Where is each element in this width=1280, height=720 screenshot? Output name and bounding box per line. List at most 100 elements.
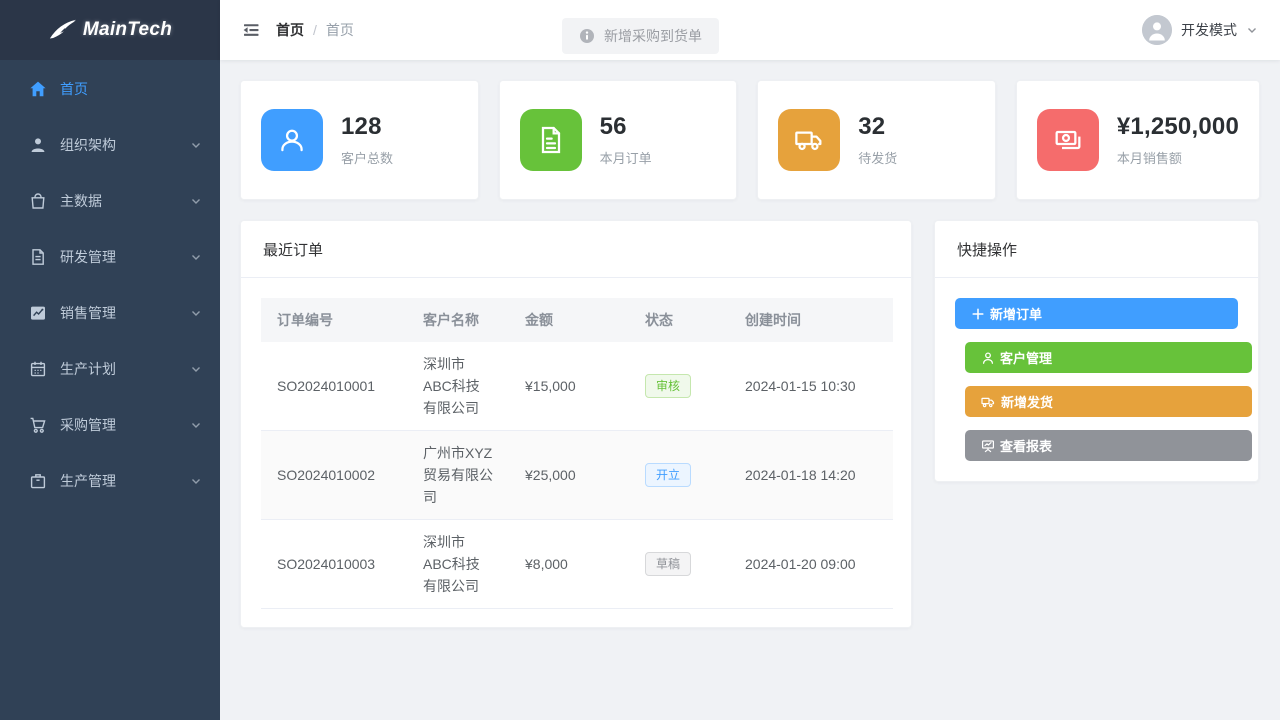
order-id-cell: SO2024010002 — [261, 431, 407, 520]
table-row: SO2024010003 深圳市ABC科技有限公司 ¥8,000 草稿 2024… — [261, 520, 893, 609]
stat-texts: 32 待发货 — [858, 113, 897, 167]
sidebar-item-label: 组织架构 — [60, 135, 177, 155]
truck-icon — [778, 109, 840, 171]
add-purchase-receipt-label: 新增采购到货单 — [604, 26, 702, 46]
breadcrumb-separator: / — [313, 22, 317, 38]
table-row: SO2024010001 深圳市ABC科技有限公司 ¥15,000 审核 202… — [261, 342, 893, 431]
sidebar-collapse-icon[interactable] — [234, 10, 268, 50]
sidebar-item-sales[interactable]: 销售管理 — [0, 285, 220, 341]
user-icon — [29, 136, 47, 154]
home-icon — [29, 80, 47, 98]
sidebar-item-purchasing[interactable]: 采购管理 — [0, 397, 220, 453]
chevron-down-icon — [190, 363, 202, 375]
status-badge: 审核 — [645, 374, 691, 398]
stat-value: 56 — [600, 113, 652, 141]
user-icon — [261, 109, 323, 171]
created-cell: 2024-01-20 09:00 — [729, 520, 893, 609]
user-menu[interactable]: 开发模式 — [1142, 15, 1258, 45]
stat-card-customers: 128 客户总数 — [240, 80, 479, 200]
chevron-down-icon — [190, 195, 202, 207]
customer-management-button[interactable]: 客户管理 — [965, 342, 1252, 373]
created-cell: 2024-01-18 14:20 — [729, 431, 893, 520]
package-icon — [29, 472, 47, 490]
chevron-down-icon — [190, 307, 202, 319]
document-icon — [29, 248, 47, 266]
add-purchase-receipt-button[interactable]: 新增采购到货单 — [562, 18, 719, 54]
status-cell: 草稿 — [629, 520, 729, 609]
status-cell: 审核 — [629, 342, 729, 431]
user-icon — [981, 351, 995, 365]
info-icon — [579, 28, 595, 44]
view-reports-button[interactable]: 查看报表 — [965, 430, 1252, 461]
stat-label: 待发货 — [858, 148, 897, 167]
col-order-id: 订单编号 — [261, 298, 407, 342]
table-header-row: 订单编号 客户名称 金额 状态 创建时间 — [261, 298, 893, 342]
col-customer: 客户名称 — [407, 298, 509, 342]
plus-icon — [971, 307, 985, 321]
order-id-cell: SO2024010003 — [261, 520, 407, 609]
col-amount: 金额 — [509, 298, 629, 342]
brand-logo: MainTech — [0, 0, 220, 60]
status-badge: 开立 — [645, 463, 691, 487]
sidebar-item-rd[interactable]: 研发管理 — [0, 229, 220, 285]
sidebar-item-label: 研发管理 — [60, 247, 177, 267]
stat-texts: ¥1,250,000 本月销售额 — [1117, 113, 1239, 167]
sidebar-item-master-data[interactable]: 主数据 — [0, 173, 220, 229]
orders-table-wrap: 订单编号 客户名称 金额 状态 创建时间 SO2024010001 — [241, 278, 911, 627]
customer-cell: 广州市XYZ贸易有限公司 — [407, 431, 509, 520]
customer-cell: 深圳市ABC科技有限公司 — [407, 342, 509, 431]
report-icon — [981, 439, 995, 453]
page-content: 128 客户总数 56 本月订单 — [220, 60, 1280, 720]
stat-texts: 128 客户总数 — [341, 113, 393, 167]
calendar-icon — [29, 360, 47, 378]
chevron-down-icon — [190, 419, 202, 431]
order-id-cell: SO2024010001 — [261, 342, 407, 431]
status-cell: 开立 — [629, 431, 729, 520]
table-row: SO2024010002 广州市XYZ贸易有限公司 ¥25,000 开立 202… — [261, 431, 893, 520]
cart-icon — [29, 416, 47, 434]
stats-row: 128 客户总数 56 本月订单 — [240, 80, 1260, 200]
user-mode-label: 开发模式 — [1181, 20, 1237, 40]
customer-cell: 深圳市ABC科技有限公司 — [407, 520, 509, 609]
amount-cell: ¥15,000 — [509, 342, 629, 431]
stat-card-orders: 56 本月订单 — [499, 80, 738, 200]
quick-button-label: 新增发货 — [1001, 392, 1053, 411]
breadcrumb-root[interactable]: 首页 — [276, 20, 304, 40]
chevron-down-icon — [190, 251, 202, 263]
panels-row: 最近订单 订单编号 客户名称 金额 状态 创建时间 — [240, 220, 1260, 628]
sidebar-item-label: 主数据 — [60, 191, 177, 211]
quick-button-label: 客户管理 — [1000, 348, 1052, 367]
chevron-down-icon — [190, 475, 202, 487]
swoosh-logo-icon — [48, 17, 78, 43]
sidebar-item-production-plan[interactable]: 生产计划 — [0, 341, 220, 397]
stat-label: 本月销售额 — [1117, 148, 1239, 167]
brand-name: MainTech — [83, 19, 172, 41]
sidebar-item-label: 采购管理 — [60, 415, 177, 435]
created-cell: 2024-01-15 10:30 — [729, 342, 893, 431]
recent-orders-title: 最近订单 — [241, 221, 911, 278]
bag-icon — [29, 192, 47, 210]
stat-value: 128 — [341, 113, 393, 141]
sidebar-item-label: 首页 — [60, 79, 202, 99]
quick-button-label: 查看报表 — [1000, 436, 1052, 455]
orders-table: 订单编号 客户名称 金额 状态 创建时间 SO2024010001 — [261, 298, 893, 609]
truck-icon — [981, 395, 996, 409]
sidebar-item-manufacturing[interactable]: 生产管理 — [0, 453, 220, 509]
breadcrumb: 首页 / 首页 — [276, 20, 354, 40]
sidebar-item-home[interactable]: 首页 — [0, 61, 220, 117]
sidebar-item-label: 生产管理 — [60, 471, 177, 491]
add-shipment-button[interactable]: 新增发货 — [965, 386, 1252, 417]
status-badge: 草稿 — [645, 552, 691, 576]
sidebar-item-label: 生产计划 — [60, 359, 177, 379]
breadcrumb-current: 首页 — [326, 20, 354, 40]
avatar — [1142, 15, 1172, 45]
money-icon — [1037, 109, 1099, 171]
top-header: 首页 / 首页 新增采购到货单 开发模式 — [220, 0, 1280, 60]
sidebar: MainTech 首页 组织架构 — [0, 0, 220, 720]
chart-icon — [29, 304, 47, 322]
quick-actions-card: 快捷操作 新增订单 客户管理 新增发货 — [934, 220, 1259, 482]
stat-card-pending-shipments: 32 待发货 — [757, 80, 996, 200]
stat-card-monthly-sales: ¥1,250,000 本月销售额 — [1016, 80, 1260, 200]
sidebar-item-org[interactable]: 组织架构 — [0, 117, 220, 173]
add-order-button[interactable]: 新增订单 — [955, 298, 1238, 329]
